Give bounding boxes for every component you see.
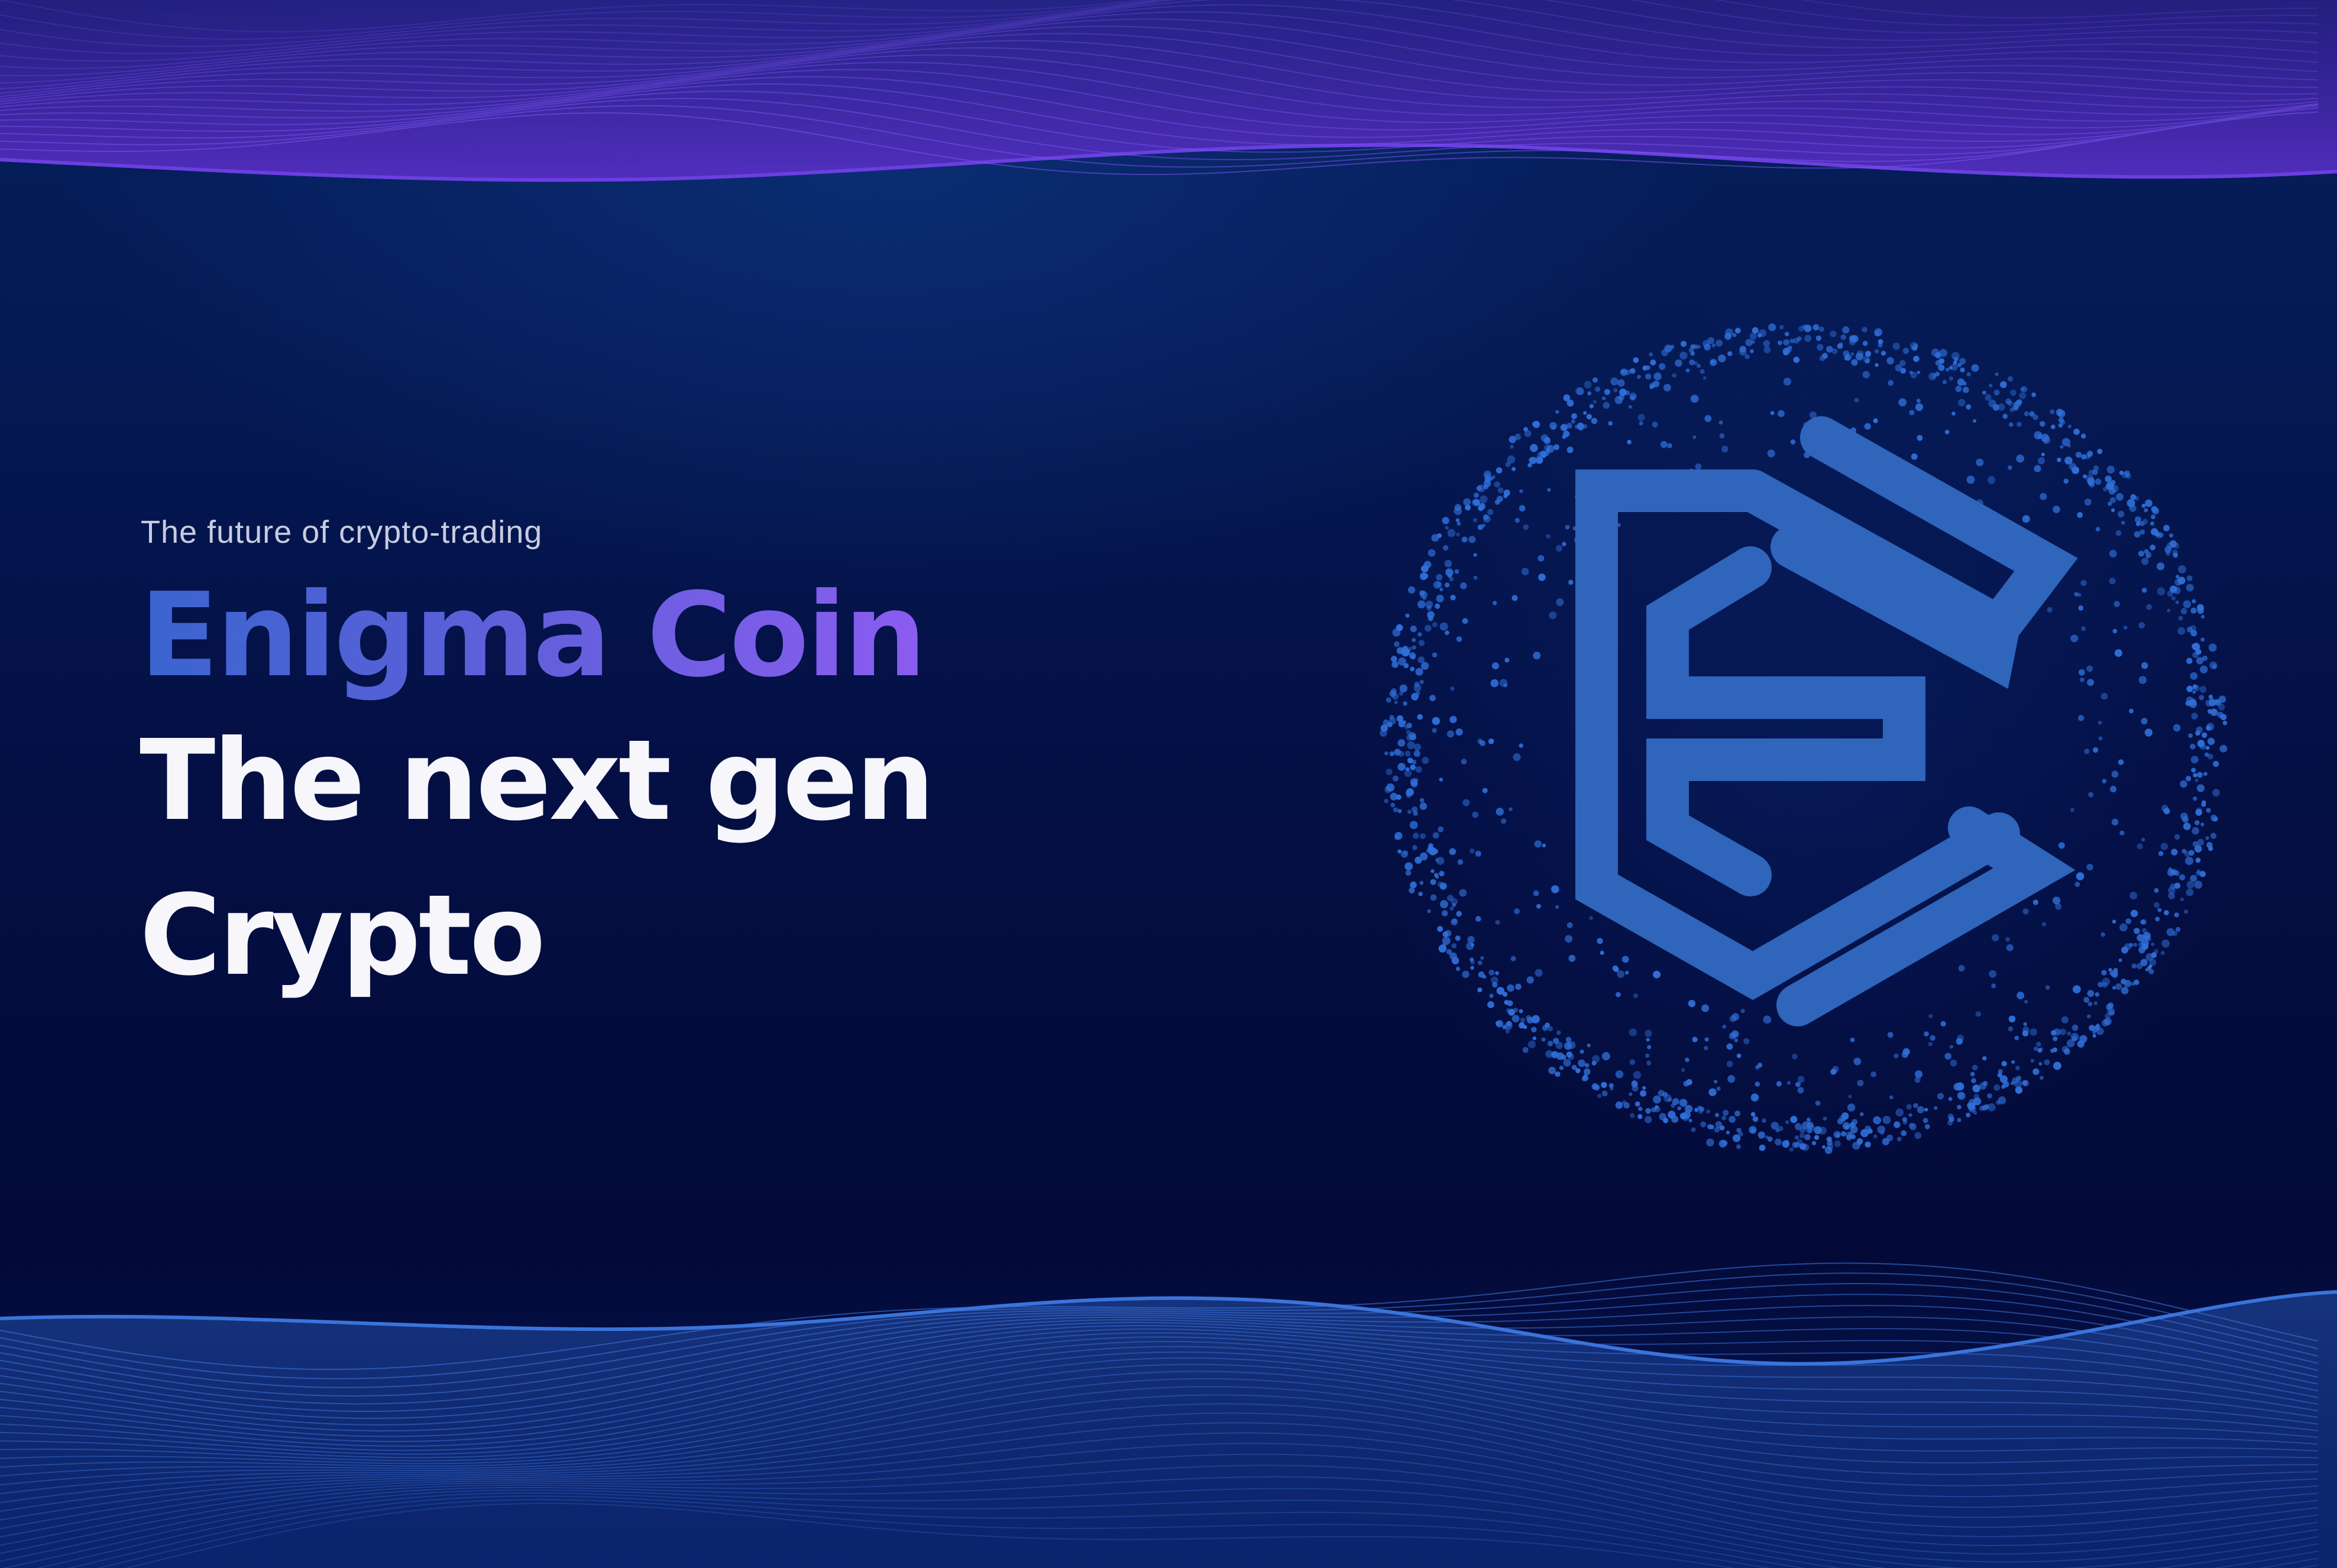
bottom-wave (0, 1262, 2337, 1568)
headline-line-1: The next gen (140, 716, 935, 845)
tagline: The future of crypto-trading (141, 514, 543, 550)
top-wave (0, 0, 2337, 182)
headline-line-2: Crypto (140, 871, 546, 1000)
hero-banner: The future of crypto-trading Enigma Coin… (0, 0, 2337, 1568)
brand-name: Enigma Coin (140, 568, 927, 703)
hero-copy: The future of crypto-trading Enigma Coin… (140, 508, 1145, 1013)
